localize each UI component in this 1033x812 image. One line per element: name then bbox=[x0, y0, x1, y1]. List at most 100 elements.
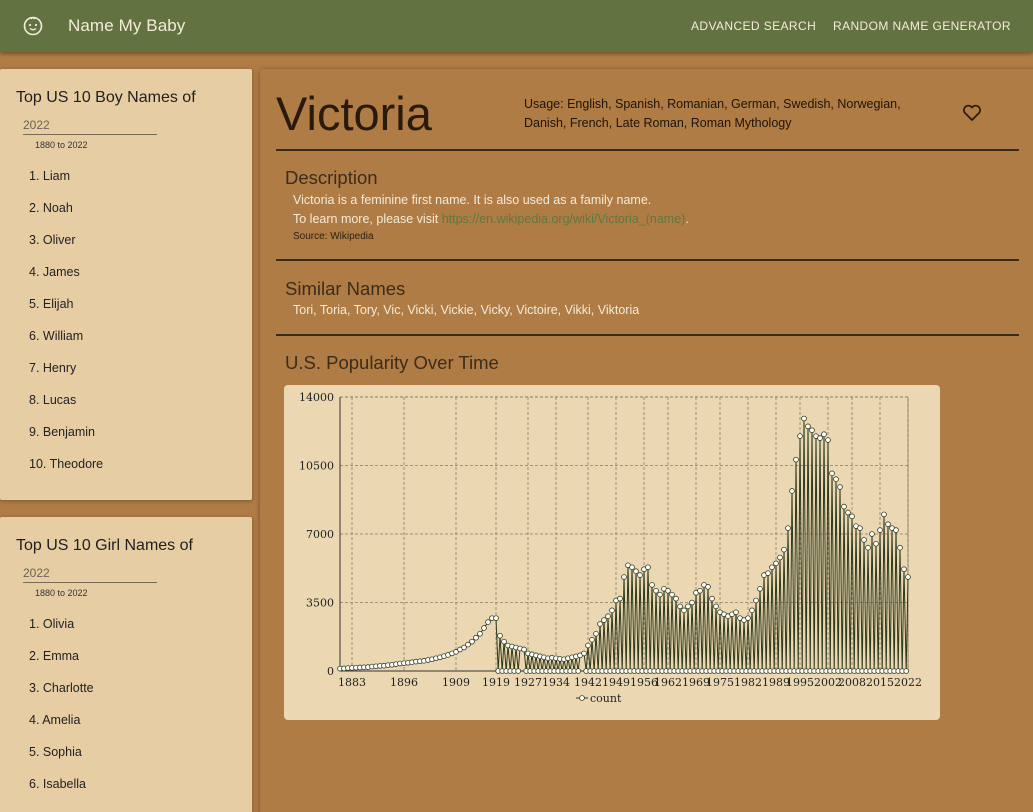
data-point bbox=[653, 587, 659, 594]
data-point bbox=[865, 544, 871, 551]
boy-name-item[interactable]: 3. Oliver bbox=[29, 233, 103, 265]
data-point bbox=[861, 537, 867, 543]
similar-names-heading: Similar Names bbox=[285, 278, 406, 299]
data-point bbox=[793, 456, 799, 463]
boy-name-item[interactable]: 9. Benjamin bbox=[29, 425, 103, 457]
top-boy-names-card: Top US 10 Boy Names of 1880 to 2022 1. L… bbox=[0, 69, 252, 500]
section-divider bbox=[276, 149, 1019, 151]
data-point bbox=[903, 668, 909, 674]
data-point bbox=[713, 603, 719, 610]
data-point bbox=[473, 634, 479, 641]
series-line-count bbox=[339, 418, 909, 672]
girl-name-item[interactable]: 3. Charlotte bbox=[29, 681, 94, 713]
data-point bbox=[485, 619, 491, 625]
popularity-heading: U.S. Popularity Over Time bbox=[285, 352, 499, 373]
x-tick-label: 1919 bbox=[482, 676, 510, 689]
girl-name-item[interactable]: 6. Isabella bbox=[29, 777, 94, 809]
data-point bbox=[669, 591, 675, 598]
popularity-chart: 0 3500 7000 10500 14000 1883 1896 1909 1919 1927 1… bbox=[284, 385, 940, 720]
data-point bbox=[797, 433, 803, 439]
data-point bbox=[493, 615, 499, 621]
data-point bbox=[845, 509, 851, 516]
data-point bbox=[649, 582, 655, 588]
heart-outline-icon[interactable] bbox=[962, 104, 982, 122]
data-point bbox=[869, 531, 875, 537]
data-point bbox=[677, 603, 683, 610]
y-tick-label: 3500 bbox=[306, 597, 334, 610]
data-point bbox=[733, 609, 739, 616]
boy-names-title: Top US 10 Boy Names of bbox=[16, 89, 196, 106]
data-point bbox=[781, 546, 787, 553]
section-divider bbox=[276, 259, 1019, 261]
boy-name-item[interactable]: 8. Lucas bbox=[29, 393, 103, 425]
x-tick-label: 1909 bbox=[442, 676, 470, 689]
girl-name-item[interactable]: 5. Sophia bbox=[29, 745, 94, 777]
boy-name-item[interactable]: 5. Elijah bbox=[29, 297, 103, 329]
data-point bbox=[837, 484, 843, 490]
boy-year-input[interactable] bbox=[23, 115, 157, 135]
boy-name-item[interactable]: 4. James bbox=[29, 265, 103, 297]
x-tick-label: 1995 bbox=[786, 676, 814, 689]
data-point bbox=[665, 587, 671, 594]
data-point bbox=[773, 560, 779, 567]
x-tick-label: 1934 bbox=[542, 676, 570, 689]
data-point bbox=[765, 570, 771, 576]
x-tick-label: 1982 bbox=[734, 676, 762, 689]
x-tick-label: 1962 bbox=[654, 676, 682, 689]
boy-name-item[interactable]: 1. Liam bbox=[29, 169, 103, 201]
boy-name-item[interactable]: 6. William bbox=[29, 329, 103, 361]
wikipedia-link[interactable]: https://en.wikipedia.org/wiki/Victoria_(… bbox=[442, 212, 686, 226]
data-point bbox=[829, 470, 835, 477]
description-more-suffix: . bbox=[685, 212, 689, 226]
data-point bbox=[801, 415, 807, 422]
data-point bbox=[593, 631, 599, 637]
y-tick-label: 14000 bbox=[299, 391, 334, 404]
data-point bbox=[849, 513, 855, 520]
data-point bbox=[497, 632, 503, 639]
data-point bbox=[637, 572, 643, 578]
data-point bbox=[753, 597, 759, 604]
data-point bbox=[881, 511, 887, 518]
data-point bbox=[833, 476, 839, 482]
data-point bbox=[589, 636, 595, 643]
nav-advanced-search[interactable]: ADVANCED SEARCH bbox=[691, 19, 816, 33]
popularity-chart-svg: 03500700010500140001883 1896 1909 1919 1927 1… bbox=[299, 391, 922, 705]
boy-name-item[interactable]: 2. Noah bbox=[29, 201, 103, 233]
name-usage: Usage: English, Spanish, Romanian, Germa… bbox=[524, 97, 901, 130]
data-point bbox=[477, 631, 483, 637]
top-girl-names-card: Top US 10 Girl Names of 1880 to 2022 1. … bbox=[0, 517, 252, 812]
data-point bbox=[501, 638, 507, 645]
nav-random-name-generator[interactable]: RANDOM NAME GENERATOR bbox=[833, 19, 1011, 33]
data-point bbox=[605, 613, 611, 620]
girl-name-item[interactable]: 2. Emma bbox=[29, 649, 94, 681]
data-point bbox=[777, 554, 783, 561]
legend-label: count bbox=[590, 692, 622, 705]
data-point bbox=[789, 488, 795, 494]
data-point bbox=[609, 607, 615, 614]
data-point bbox=[805, 423, 811, 430]
data-point bbox=[885, 521, 891, 528]
baby-face-icon[interactable] bbox=[22, 15, 44, 37]
girl-name-item[interactable]: 4. Amelia bbox=[29, 713, 94, 745]
data-point bbox=[469, 638, 475, 645]
data-point bbox=[769, 564, 775, 571]
app-brand[interactable]: Name My Baby bbox=[68, 16, 185, 36]
description-text: Victoria is a feminine first name. It is… bbox=[293, 193, 652, 207]
data-point bbox=[873, 540, 879, 547]
boy-year-range: 1880 to 2022 bbox=[35, 140, 88, 150]
boy-name-item[interactable]: 10. Theodore bbox=[29, 457, 103, 489]
data-point bbox=[629, 564, 635, 571]
data-point bbox=[893, 527, 899, 533]
boy-name-item[interactable]: 7. Henry bbox=[29, 361, 103, 393]
data-point bbox=[689, 599, 695, 606]
data-point bbox=[515, 668, 522, 674]
y-tick-label: 0 bbox=[327, 665, 334, 678]
x-tick-label: 2008 bbox=[838, 676, 866, 689]
data-point bbox=[809, 427, 815, 434]
data-point bbox=[841, 503, 847, 510]
data-point bbox=[581, 650, 587, 657]
data-point bbox=[621, 574, 627, 580]
data-point bbox=[617, 595, 623, 602]
girl-name-item[interactable]: 1. Olivia bbox=[29, 617, 94, 649]
girl-year-input[interactable] bbox=[23, 563, 157, 583]
